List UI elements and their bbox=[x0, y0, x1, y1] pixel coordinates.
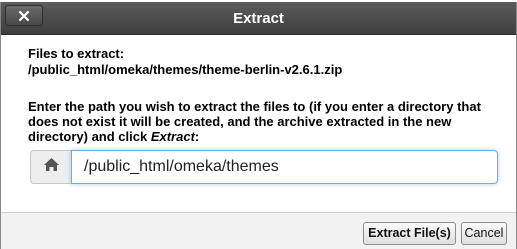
extract-files-button[interactable]: Extract File(s) bbox=[363, 222, 456, 245]
close-icon bbox=[18, 10, 30, 22]
instructions-action: Extract bbox=[150, 129, 195, 144]
extract-path-input[interactable] bbox=[71, 150, 498, 184]
home-addon bbox=[30, 150, 71, 184]
extract-instructions: Enter the path you wish to extract the f… bbox=[28, 99, 498, 144]
dialog-title: Extract bbox=[233, 10, 284, 27]
cancel-button[interactable]: Cancel bbox=[461, 222, 507, 245]
files-section: Files to extract: /public_html/omeka/the… bbox=[28, 46, 498, 78]
close-button[interactable] bbox=[5, 5, 43, 26]
home-icon bbox=[43, 157, 60, 177]
dialog-titlebar: Extract bbox=[1, 2, 516, 35]
extract-dialog: Extract Files to extract: /public_html/o… bbox=[0, 2, 517, 249]
dialog-footer: Extract File(s) Cancel bbox=[1, 212, 516, 249]
instructions-text: Enter the path you wish to extract the f… bbox=[28, 99, 481, 144]
files-to-extract-label: Files to extract: bbox=[28, 46, 125, 61]
archive-path: /public_html/omeka/themes/theme-berlin-v… bbox=[28, 62, 343, 77]
path-input-group bbox=[30, 150, 498, 184]
instructions-end: : bbox=[194, 129, 200, 144]
